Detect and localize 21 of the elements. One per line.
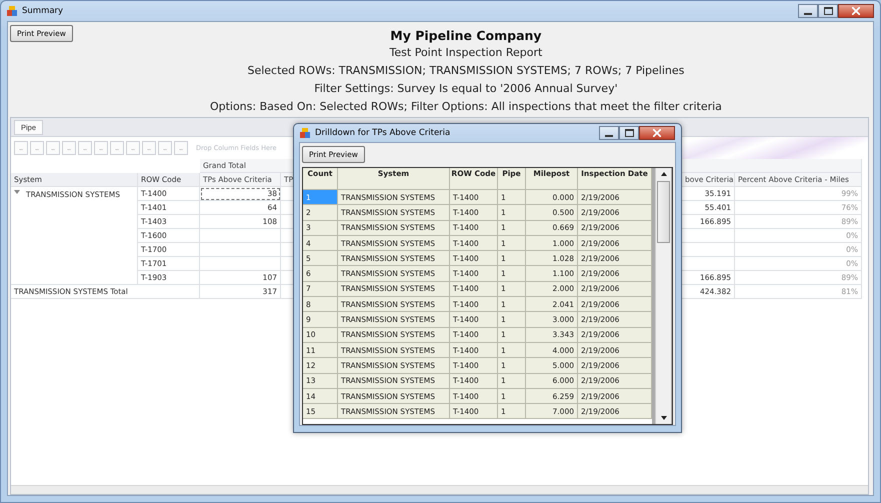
maximize-button[interactable] bbox=[619, 126, 639, 140]
scroll-up-icon[interactable] bbox=[660, 172, 666, 176]
window-title: Summary bbox=[22, 6, 64, 16]
scroll-thumb[interactable] bbox=[657, 181, 670, 243]
horizontal-scrollbar[interactable] bbox=[11, 485, 868, 494]
close-button[interactable] bbox=[639, 126, 675, 140]
vertical-scrollbar[interactable] bbox=[655, 168, 671, 424]
app-icon bbox=[300, 128, 310, 138]
app-icon bbox=[7, 6, 17, 16]
minimize-button[interactable] bbox=[599, 126, 619, 140]
report-title: My Pipeline Company bbox=[390, 27, 542, 44]
report-line: Selected ROWs: TRANSMISSION; TRANSMISSION SYSTEMS; 7 ROWs; 7 Pipelines bbox=[247, 63, 684, 79]
report-line: Test Point Inspection Report bbox=[390, 45, 542, 61]
scroll-down-icon[interactable] bbox=[660, 416, 666, 420]
dialog-title: Drilldown for TPs Above Criteria bbox=[315, 128, 450, 138]
close-button[interactable] bbox=[838, 4, 874, 18]
collapse-icon[interactable] bbox=[14, 190, 20, 194]
minimize-button[interactable] bbox=[798, 4, 818, 18]
maximize-button[interactable] bbox=[818, 4, 838, 18]
report-line: Options: Based On: Selected ROWs; Filter Options: All inspections that meet the filter criteria bbox=[210, 99, 722, 115]
report-line: Filter Settings: Survey Is equal to '2006 Annual Survey' bbox=[314, 81, 618, 97]
